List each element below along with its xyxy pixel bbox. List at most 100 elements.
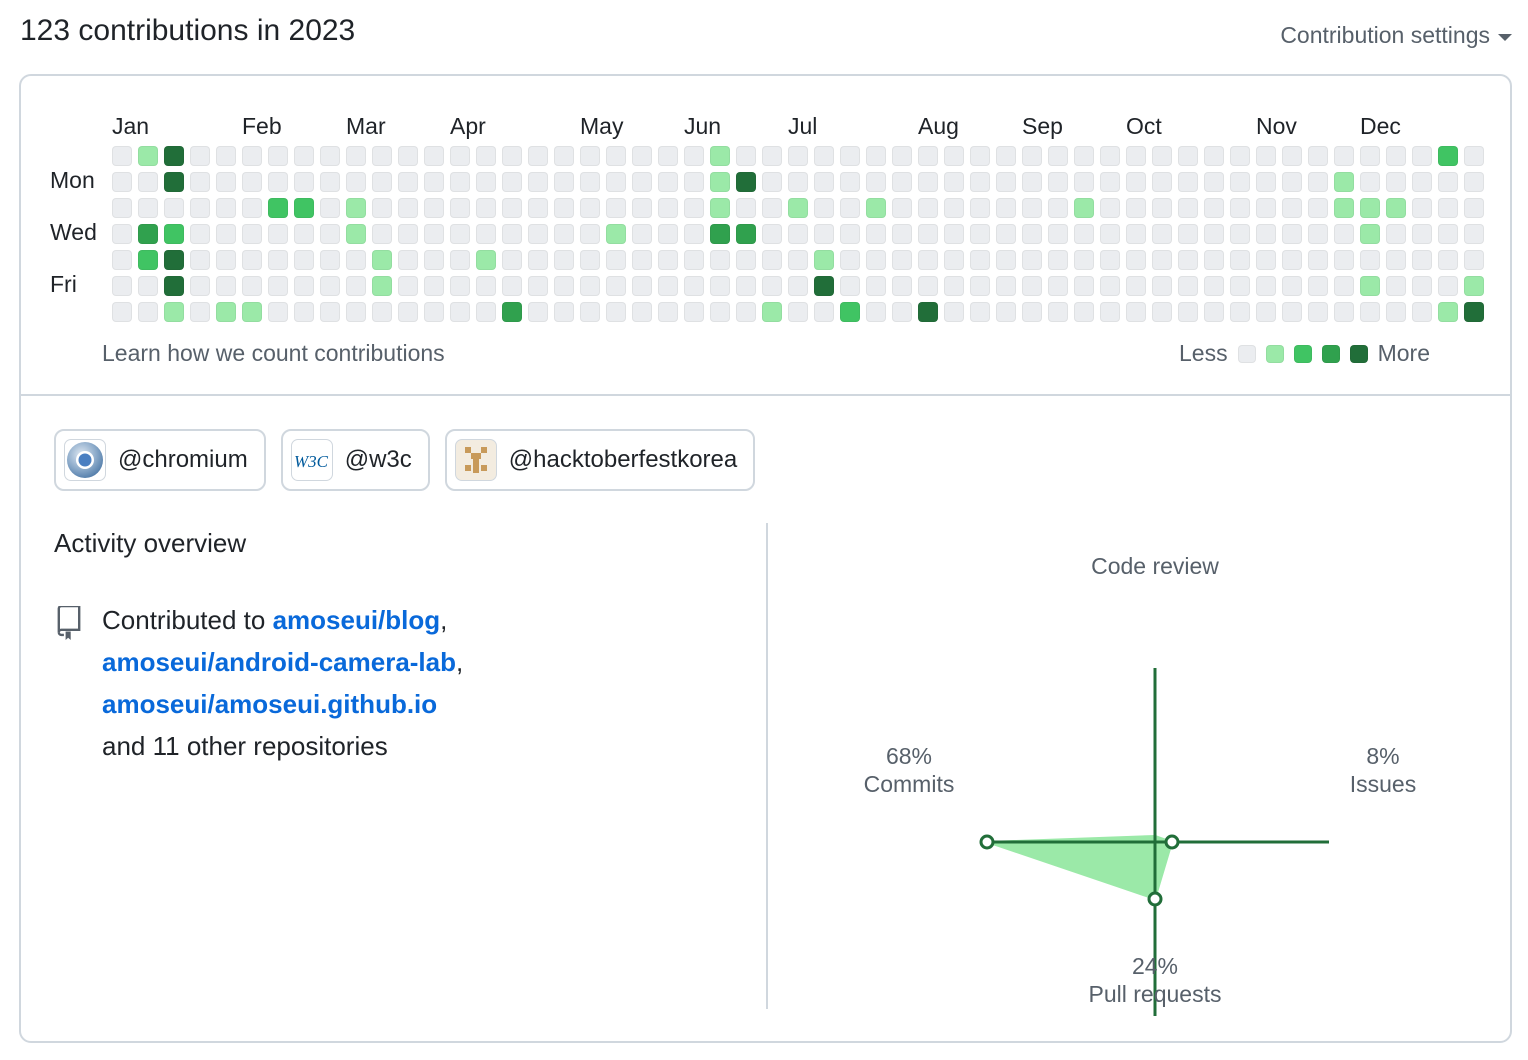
contribution-day-cell[interactable] [112,172,132,192]
contribution-day-cell[interactable] [580,224,600,244]
contribution-day-cell[interactable] [1256,198,1276,218]
contribution-day-cell[interactable] [164,302,184,322]
contribution-day-cell[interactable] [320,198,340,218]
contribution-day-cell[interactable] [1048,224,1068,244]
contribution-day-cell[interactable] [112,302,132,322]
contribution-day-cell[interactable] [294,276,314,296]
contribution-day-cell[interactable] [1438,302,1458,322]
contribution-day-cell[interactable] [1282,302,1302,322]
contribution-day-cell[interactable] [1438,250,1458,270]
contribution-day-cell[interactable] [112,146,132,166]
contribution-day-cell[interactable] [346,198,366,218]
contribution-day-cell[interactable] [710,172,730,192]
contribution-day-cell[interactable] [346,276,366,296]
contribution-day-cell[interactable] [242,276,262,296]
contribution-day-cell[interactable] [372,276,392,296]
contribution-day-cell[interactable] [788,276,808,296]
contribution-day-cell[interactable] [892,146,912,166]
contribution-day-cell[interactable] [1230,224,1250,244]
contribution-day-cell[interactable] [1178,172,1198,192]
contribution-day-cell[interactable] [424,250,444,270]
contribution-day-cell[interactable] [632,302,652,322]
contribution-day-cell[interactable] [606,198,626,218]
contribution-day-cell[interactable] [944,224,964,244]
contribution-day-cell[interactable] [1308,224,1328,244]
contribution-day-cell[interactable] [164,224,184,244]
contribution-day-cell[interactable] [1126,224,1146,244]
contribution-day-cell[interactable] [1152,302,1172,322]
contribution-day-cell[interactable] [1152,146,1172,166]
contribution-day-cell[interactable] [1048,276,1068,296]
contribution-day-cell[interactable] [658,172,678,192]
contribution-day-cell[interactable] [502,302,522,322]
contribution-day-cell[interactable] [554,172,574,192]
contribution-day-cell[interactable] [554,224,574,244]
contribution-day-cell[interactable] [1334,276,1354,296]
contribution-day-cell[interactable] [346,224,366,244]
contribution-day-cell[interactable] [1386,146,1406,166]
contribution-day-cell[interactable] [346,302,366,322]
contribution-day-cell[interactable] [554,302,574,322]
contribution-day-cell[interactable] [112,224,132,244]
contribution-day-cell[interactable] [1386,302,1406,322]
contribution-day-cell[interactable] [814,250,834,270]
contribution-day-cell[interactable] [918,250,938,270]
contribution-day-cell[interactable] [1334,302,1354,322]
contribution-day-cell[interactable] [1464,172,1484,192]
contribution-day-cell[interactable] [1412,250,1432,270]
contribution-day-cell[interactable] [346,250,366,270]
contribution-day-cell[interactable] [684,276,704,296]
contribution-day-cell[interactable] [944,250,964,270]
contribution-day-cell[interactable] [1308,198,1328,218]
contribution-day-cell[interactable] [138,146,158,166]
contribution-day-cell[interactable] [190,250,210,270]
contribution-day-cell[interactable] [892,172,912,192]
contribution-day-cell[interactable] [242,302,262,322]
contribution-day-cell[interactable] [918,224,938,244]
contribution-day-cell[interactable] [606,172,626,192]
contribution-day-cell[interactable] [242,146,262,166]
contribution-day-cell[interactable] [1256,146,1276,166]
contribution-day-cell[interactable] [424,198,444,218]
contribution-day-cell[interactable] [502,172,522,192]
contribution-day-cell[interactable] [970,146,990,166]
contribution-day-cell[interactable] [892,250,912,270]
contribution-day-cell[interactable] [554,276,574,296]
contribution-day-cell[interactable] [1438,172,1458,192]
contribution-day-cell[interactable] [1230,146,1250,166]
contribution-day-cell[interactable] [892,276,912,296]
contribution-day-cell[interactable] [1204,302,1224,322]
contribution-day-cell[interactable] [1412,302,1432,322]
contribution-day-cell[interactable] [1464,198,1484,218]
contribution-day-cell[interactable] [1022,250,1042,270]
contribution-day-cell[interactable] [1048,198,1068,218]
contribution-day-cell[interactable] [1464,276,1484,296]
contribution-day-cell[interactable] [190,224,210,244]
contribution-day-cell[interactable] [1152,224,1172,244]
contribution-day-cell[interactable] [1256,250,1276,270]
contribution-day-cell[interactable] [216,146,236,166]
contribution-day-cell[interactable] [1308,250,1328,270]
contribution-day-cell[interactable] [1256,172,1276,192]
contribution-day-cell[interactable] [1360,146,1380,166]
contribution-day-cell[interactable] [944,172,964,192]
contribution-day-cell[interactable] [1178,198,1198,218]
contribution-day-cell[interactable] [658,146,678,166]
contribution-day-cell[interactable] [1412,198,1432,218]
contribution-day-cell[interactable] [1048,172,1068,192]
contribution-day-cell[interactable] [372,172,392,192]
contribution-day-cell[interactable] [1386,250,1406,270]
contribution-day-cell[interactable] [1074,250,1094,270]
contribution-day-cell[interactable] [320,224,340,244]
contribution-day-cell[interactable] [1334,250,1354,270]
contribution-day-cell[interactable] [918,146,938,166]
contribution-day-cell[interactable] [164,276,184,296]
contribution-day-cell[interactable] [632,224,652,244]
contribution-day-cell[interactable] [1126,276,1146,296]
repo-link[interactable]: amoseui/android-camera-lab [102,647,456,677]
contribution-day-cell[interactable] [996,302,1016,322]
contribution-day-cell[interactable] [1308,172,1328,192]
contribution-day-cell[interactable] [1074,276,1094,296]
contribution-day-cell[interactable] [866,250,886,270]
contribution-day-cell[interactable] [424,146,444,166]
